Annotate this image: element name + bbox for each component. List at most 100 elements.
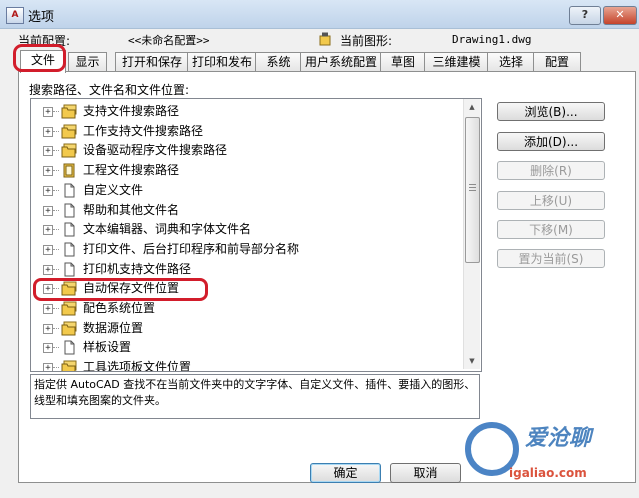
- tree-item-label: 文本编辑器、词典和字体文件名: [83, 222, 252, 237]
- document-icon: [61, 340, 77, 355]
- tree-item-label: 工具选项板文件位置: [83, 360, 192, 372]
- tree-item[interactable]: + 数据源位置: [31, 319, 461, 338]
- expand-icon[interactable]: +: [43, 205, 53, 216]
- document-icon: [61, 262, 77, 277]
- browse-button[interactable]: 浏览(B)...: [497, 102, 605, 121]
- tab-drafting[interactable]: 草图: [380, 52, 426, 72]
- expand-icon[interactable]: +: [43, 146, 53, 157]
- document-icon: [61, 242, 77, 257]
- tree-item-label: 样板设置: [83, 340, 132, 355]
- folders-icon: [61, 104, 77, 119]
- move-up-button[interactable]: 上移(U): [497, 191, 605, 210]
- folders-icon: [61, 321, 77, 336]
- tree-item[interactable]: + 打印机支持文件路径: [31, 260, 461, 279]
- tree-item-label: 数据源位置: [83, 320, 144, 335]
- tree-item-label: 打印机支持文件路径: [83, 261, 192, 276]
- document-icon: [61, 222, 77, 237]
- current-drawing-label: 当前图形:: [340, 34, 393, 48]
- expand-icon[interactable]: +: [43, 244, 53, 255]
- tree-item[interactable]: + 样板设置: [31, 338, 461, 357]
- folders-icon: [61, 360, 77, 371]
- cancel-button[interactable]: 取消: [390, 463, 461, 483]
- tab-open-save[interactable]: 打开和保存: [115, 52, 189, 72]
- grip-line: [469, 187, 476, 188]
- tree-item-label: 打印文件、后台打印程序和前导部分名称: [83, 241, 300, 256]
- expand-icon[interactable]: +: [43, 304, 53, 314]
- tree-connector: [53, 130, 59, 132]
- tab-highlight-circle: [13, 44, 66, 72]
- document-icon: [61, 203, 77, 218]
- expand-icon[interactable]: +: [43, 225, 53, 236]
- tree-item-label: 支持文件搜索路径: [83, 104, 180, 118]
- expand-icon[interactable]: +: [43, 126, 53, 137]
- tree-item[interactable]: + 支持文件搜索路径: [31, 102, 461, 121]
- folders-icon: [61, 301, 77, 316]
- scroll-down-icon[interactable]: ▼: [464, 353, 480, 369]
- tree-item-label: 帮助和其他文件名: [83, 202, 180, 217]
- window-title: 选项: [28, 10, 55, 25]
- tree-connector: [53, 327, 59, 329]
- document-icon: [61, 183, 77, 198]
- title-bar[interactable]: A 选项 ? ✕: [0, 0, 639, 29]
- tab-profiles[interactable]: 配置: [533, 52, 581, 72]
- remove-button[interactable]: 删除(R): [497, 161, 605, 180]
- tab-selection[interactable]: 选择: [487, 52, 535, 72]
- path-tree[interactable]: + 支持文件搜索路径 + 工作支持文件搜索路径 + 设备驱动程序文件搜索路径 + 工程文件搜索…: [30, 98, 482, 372]
- options-dialog: A 选项 ? ✕ 当前配置: <<未命名配置>> 当前图形: Drawing1.…: [0, 0, 639, 498]
- ok-button[interactable]: 确定: [310, 463, 381, 483]
- tree-connector: [53, 367, 59, 369]
- tab-display[interactable]: 显示: [68, 52, 107, 72]
- close-button[interactable]: ✕: [603, 6, 637, 25]
- tree-connector: [53, 150, 59, 152]
- expand-icon[interactable]: +: [43, 323, 53, 334]
- help-button[interactable]: ?: [569, 6, 601, 25]
- tree-item-label: 配色系统位置: [83, 301, 156, 315]
- tree-item-label: 设备驱动程序文件搜索路径: [83, 143, 228, 158]
- tree-item[interactable]: + 配色系统位置: [31, 299, 461, 318]
- tree-highlight-circle: [33, 278, 208, 301]
- scroll-thumb[interactable]: [465, 117, 480, 263]
- tree-connector: [53, 347, 59, 349]
- grip-line: [469, 184, 476, 185]
- tab-3d-modeling[interactable]: 三维建模: [424, 52, 489, 72]
- tree-connector: [53, 248, 59, 250]
- tree-item-label: 工作支持文件搜索路径: [83, 123, 204, 138]
- section-label: 搜索路径、文件名和文件位置:: [29, 83, 190, 97]
- expand-icon[interactable]: +: [43, 107, 53, 117]
- set-current-button[interactable]: 置为当前(S): [497, 249, 605, 268]
- tree-item[interactable]: + 帮助和其他文件名: [31, 201, 461, 220]
- move-down-button[interactable]: 下移(M): [497, 220, 605, 239]
- tab-user-preferences[interactable]: 用户系统配置: [300, 52, 382, 72]
- tree-connector: [53, 170, 59, 172]
- tree-connector: [53, 268, 59, 270]
- binder-icon: [61, 163, 77, 178]
- autocad-app-icon: A: [6, 7, 24, 24]
- tree-connector: [53, 189, 59, 191]
- expand-icon[interactable]: +: [43, 264, 53, 275]
- tree-item[interactable]: + 打印文件、后台打印程序和前导部分名称: [31, 240, 461, 259]
- expand-icon[interactable]: +: [43, 343, 53, 354]
- expand-icon[interactable]: +: [43, 363, 53, 371]
- scroll-up-icon[interactable]: ▲: [464, 99, 480, 115]
- current-drawing-value: Drawing1.dwg: [452, 33, 532, 46]
- tree-item[interactable]: + 文本编辑器、词典和字体文件名: [31, 220, 461, 239]
- folders-icon: [61, 143, 77, 158]
- tree-item[interactable]: + 设备驱动程序文件搜索路径: [31, 141, 461, 160]
- tree-connector: [53, 209, 59, 211]
- tree-item[interactable]: + 自定义文件: [31, 181, 461, 200]
- tree-connector: [53, 111, 59, 112]
- add-button[interactable]: 添加(D)...: [497, 132, 605, 151]
- tree-scrollbar[interactable]: ▲ ▼: [463, 99, 480, 369]
- tree-item[interactable]: + 工具选项板文件位置: [31, 358, 461, 372]
- tree-connector: [53, 229, 59, 231]
- tree-item[interactable]: + 工程文件搜索路径: [31, 161, 461, 180]
- expand-icon[interactable]: +: [43, 166, 53, 177]
- tree-item[interactable]: + 工作支持文件搜索路径: [31, 122, 461, 141]
- tab-plot-publish[interactable]: 打印和发布: [187, 52, 257, 72]
- description-box: 指定供 AutoCAD 查找不在当前文件夹中的文字字体、自定义文件、插件、要插入…: [30, 374, 480, 419]
- tab-system[interactable]: 系统: [255, 52, 302, 72]
- drawing-file-icon: [319, 32, 331, 46]
- tree-connector: [53, 308, 59, 309]
- tree-item-label: 自定义文件: [83, 182, 144, 197]
- expand-icon[interactable]: +: [43, 185, 53, 196]
